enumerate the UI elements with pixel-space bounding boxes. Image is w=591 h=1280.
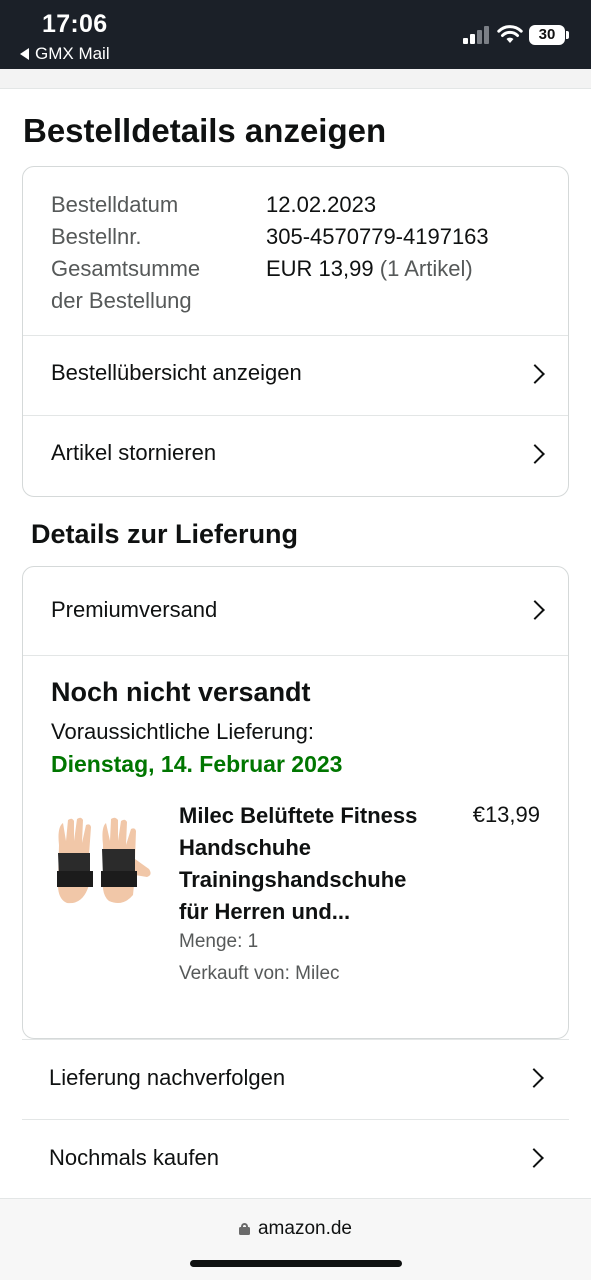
chevron-right-icon bbox=[525, 600, 545, 620]
page-title: Bestelldetails anzeigen bbox=[23, 112, 387, 149]
status-time: 17:06 bbox=[42, 10, 108, 38]
chevron-right-icon bbox=[525, 364, 545, 384]
battery-icon: 30 bbox=[529, 25, 569, 45]
domain-label: amazon.de bbox=[257, 1218, 352, 1239]
cellular-signal-icon bbox=[463, 26, 491, 44]
order-date-label: Bestelldatum bbox=[51, 192, 179, 217]
order-total-label-line2: der Bestellung bbox=[51, 288, 192, 313]
divider bbox=[23, 655, 568, 656]
cancel-items-label: Artikel stornieren bbox=[51, 440, 217, 465]
view-order-summary-row[interactable]: Bestellübersicht anzeigen bbox=[23, 335, 568, 415]
order-total-value: EUR 13,99 bbox=[266, 256, 374, 281]
track-package-label: Lieferung nachverfolgen bbox=[49, 1065, 286, 1090]
product-price: €13,99 bbox=[472, 802, 540, 827]
lock-icon bbox=[238, 1223, 250, 1235]
delivery-section-title: Details zur Lieferung bbox=[31, 519, 299, 549]
status-bar: 17:06 GMX Mail 30 bbox=[0, 0, 591, 69]
product-image[interactable] bbox=[53, 815, 157, 909]
cancel-items-row[interactable]: Artikel stornieren bbox=[23, 415, 568, 496]
address-bar[interactable]: amazon.de bbox=[0, 1218, 591, 1240]
shipment-status: Noch nicht versandt bbox=[51, 677, 311, 707]
order-total-label: Gesamtsumme bbox=[51, 256, 201, 281]
chevron-right-icon bbox=[524, 1148, 544, 1168]
product-quantity: Menge: 1 bbox=[179, 931, 259, 952]
product-seller: Verkauft von: Milec bbox=[179, 963, 340, 984]
order-date-value: 12.02.2023 bbox=[266, 192, 377, 217]
estimated-delivery-date: Dienstag, 14. Februar 2023 bbox=[51, 751, 343, 777]
order-info-card: Bestelldatum 12.02.2023 Bestellnr. 305-4… bbox=[22, 166, 569, 497]
browser-top-strip bbox=[0, 69, 591, 89]
order-number-value: 305-4570779-4197163 bbox=[266, 224, 489, 249]
shipping-method-label: Premiumversand bbox=[51, 597, 218, 622]
browser-bottom-bar: amazon.de bbox=[0, 1198, 591, 1280]
estimated-delivery-label: Voraussichtliche Lieferung: bbox=[51, 719, 314, 744]
chevron-right-icon bbox=[525, 444, 545, 464]
order-number-label: Bestellnr. bbox=[51, 224, 142, 249]
order-item-count: (1 Artikel) bbox=[379, 256, 473, 281]
back-arrow-icon bbox=[20, 48, 29, 60]
home-indicator[interactable] bbox=[190, 1260, 402, 1267]
buy-again-label: Nochmals kaufen bbox=[49, 1145, 219, 1170]
shipping-method-row[interactable]: Premiumversand bbox=[23, 567, 568, 656]
chevron-right-icon bbox=[524, 1068, 544, 1088]
wifi-icon bbox=[497, 25, 523, 43]
view-order-summary-label: Bestellübersicht anzeigen bbox=[51, 360, 302, 385]
track-package-row[interactable]: Lieferung nachverfolgen bbox=[22, 1039, 569, 1120]
back-to-app-link[interactable]: GMX Mail bbox=[20, 44, 110, 64]
buy-again-row[interactable]: Nochmals kaufen bbox=[22, 1119, 569, 1198]
back-app-label: GMX Mail bbox=[35, 44, 110, 63]
product-title-link[interactable]: Milec Belüftete Fitness Handschuhe Train… bbox=[179, 800, 439, 928]
delivery-card: Premiumversand Noch nicht versandt Vorau… bbox=[22, 566, 569, 1039]
